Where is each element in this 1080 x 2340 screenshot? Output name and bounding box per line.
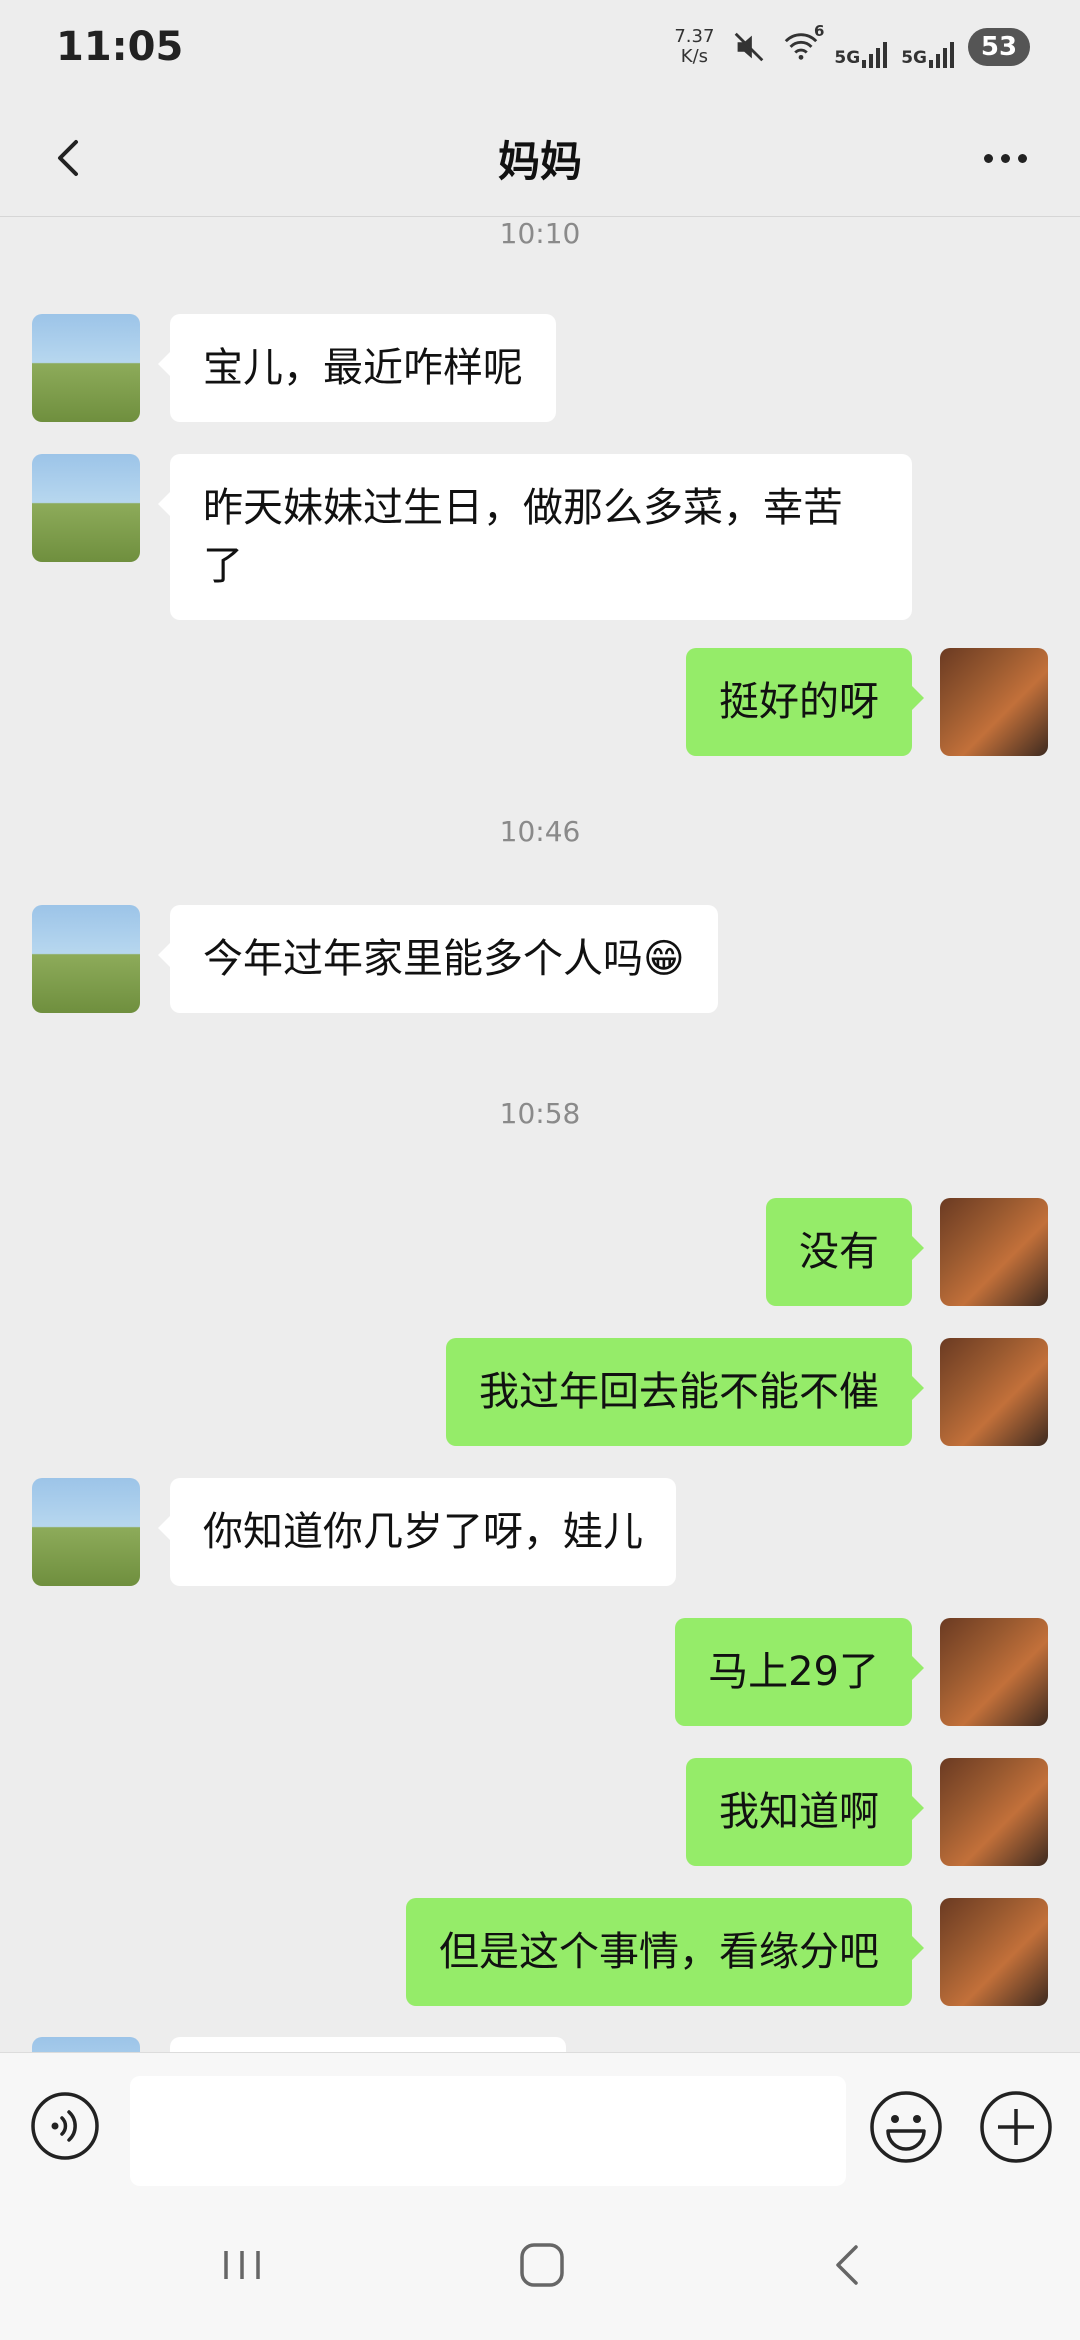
net-speed-unit: K/s xyxy=(680,46,709,67)
plus-icon[interactable] xyxy=(978,2089,1054,2165)
signal-label-2: 5G xyxy=(901,48,927,68)
message-bubble-outgoing[interactable]: 但是这个事情，看缘分吧 xyxy=(406,1898,924,2006)
more-icon[interactable] xyxy=(970,128,1040,188)
avatar-me[interactable] xyxy=(940,1758,1048,1866)
message-input[interactable] xyxy=(130,2076,846,2186)
avatar-mom[interactable] xyxy=(32,314,140,422)
timestamp: 10:58 xyxy=(499,1097,581,1130)
chat-header: 妈妈 xyxy=(0,100,1080,217)
nav-back-icon[interactable] xyxy=(818,2235,878,2295)
chat-title: 妈妈 xyxy=(497,137,582,186)
avatar-me[interactable] xyxy=(940,1338,1048,1446)
message-bubble-outgoing[interactable]: 马上29了 xyxy=(675,1618,924,1726)
message-bubble-outgoing[interactable]: 我知道啊 xyxy=(686,1758,924,1866)
avatar-mom[interactable] xyxy=(32,905,140,1013)
input-bar xyxy=(0,2052,1080,2191)
message-bubble-outgoing[interactable]: 我过年回去能不能不催 xyxy=(446,1338,924,1446)
message-bubble-incoming[interactable]: 宝儿，最近咋样呢 xyxy=(158,314,556,422)
status-bar: 11:05 7.37 K/s 6 5G 5G 53 xyxy=(0,0,1080,100)
avatar-me[interactable] xyxy=(940,1198,1048,1306)
signal-indicator-2: 5G xyxy=(901,26,954,68)
status-icons: 7.37 K/s 6 5G 5G 53 xyxy=(672,22,1030,68)
wifi-label: 6 xyxy=(813,22,825,40)
message-bubble-outgoing[interactable]: 挺好的呀 xyxy=(686,648,924,756)
avatar-me[interactable] xyxy=(940,1618,1048,1726)
network-speed: 7.37 K/s xyxy=(672,27,716,67)
status-time: 11:05 xyxy=(56,24,184,70)
recents-icon[interactable] xyxy=(212,2235,272,2295)
message-bubble-partial[interactable] xyxy=(170,2037,566,2052)
chat-messages[interactable]: 10:10 宝儿，最近咋样呢 昨天妹妹过生日，做那么多菜，幸苦了 挺好的呀 10… xyxy=(0,217,1080,2052)
message-bubble-outgoing[interactable]: 没有 xyxy=(766,1198,924,1306)
message-bubble-incoming[interactable]: 昨天妹妹过生日，做那么多菜，幸苦了 xyxy=(158,454,912,620)
signal-bars-icon xyxy=(862,36,888,68)
timestamp: 10:10 xyxy=(499,217,581,250)
signal-label-1: 5G xyxy=(834,48,861,68)
battery-indicator: 53 xyxy=(968,28,1030,66)
voice-icon[interactable] xyxy=(30,2091,100,2161)
timestamp: 10:46 xyxy=(499,815,581,848)
message-bubble-incoming[interactable]: 今年过年家里能多个人吗😁 xyxy=(158,905,718,1013)
avatar-mom-partial[interactable] xyxy=(32,2037,140,2052)
mute-icon xyxy=(735,32,764,62)
avatar-mom[interactable] xyxy=(32,1478,140,1586)
avatar-mom[interactable] xyxy=(32,454,140,562)
avatar-me[interactable] xyxy=(940,1898,1048,2006)
system-navigation-bar xyxy=(0,2190,1080,2340)
avatar-me[interactable] xyxy=(940,648,1048,756)
net-speed-value: 7.37 xyxy=(674,26,715,47)
signal-bars-icon xyxy=(929,36,954,68)
message-bubble-incoming[interactable]: 你知道你几岁了呀，娃儿 xyxy=(158,1478,676,1586)
signal-indicator-1: 5G xyxy=(834,26,888,68)
home-icon[interactable] xyxy=(512,2235,572,2295)
emoji-icon[interactable] xyxy=(868,2089,944,2165)
